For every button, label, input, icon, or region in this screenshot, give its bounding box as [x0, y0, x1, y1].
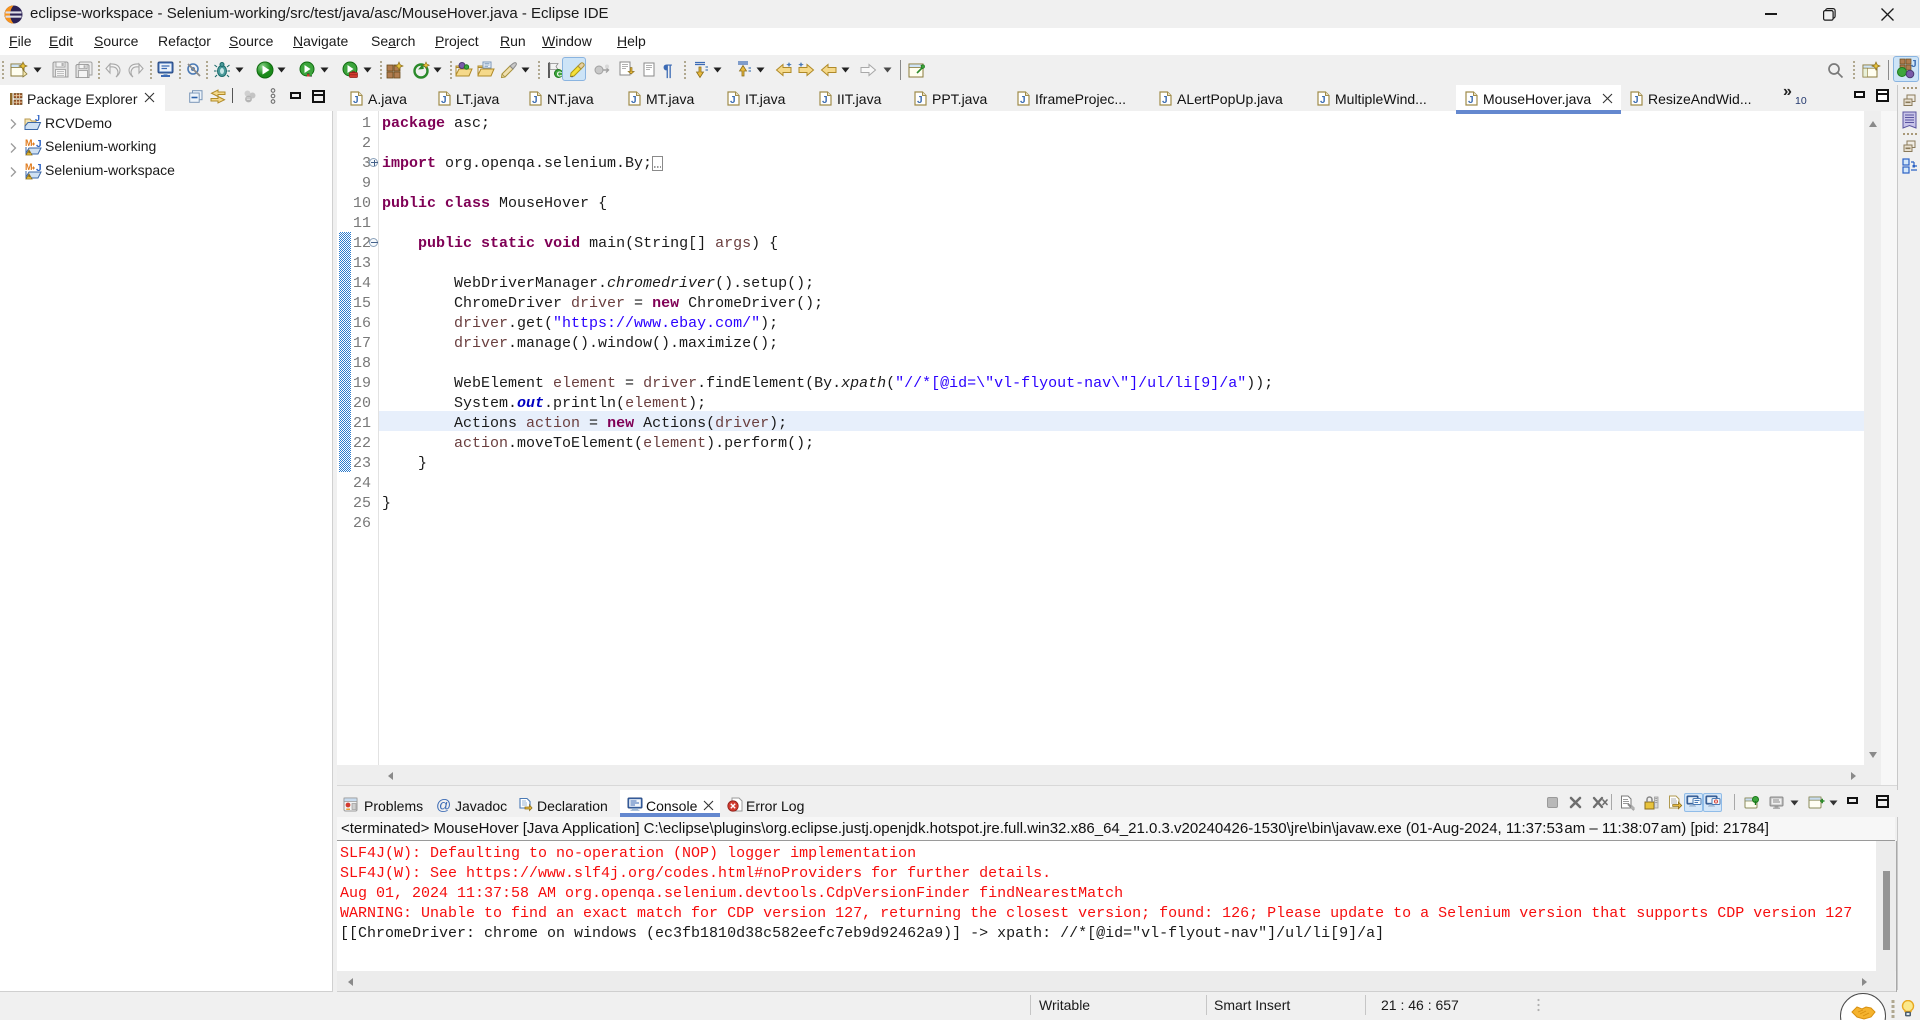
- svg-text:J: J: [353, 95, 359, 106]
- svg-text:J: J: [730, 95, 736, 106]
- svg-text:J: J: [1468, 95, 1474, 106]
- svg-text:J: J: [917, 95, 923, 106]
- svg-text:J: J: [1162, 95, 1168, 106]
- svg-text:J: J: [36, 139, 42, 150]
- svg-text:J: J: [1911, 59, 1917, 70]
- svg-text:J: J: [631, 95, 637, 106]
- svg-text:J: J: [1633, 95, 1639, 106]
- svg-text:J: J: [36, 163, 42, 174]
- svg-text:J: J: [822, 95, 828, 106]
- svg-text:J: J: [1020, 95, 1026, 106]
- svg-text:M: M: [25, 162, 33, 172]
- svg-text:J: J: [1320, 95, 1326, 106]
- svg-text:M: M: [25, 138, 33, 148]
- svg-text:J: J: [441, 95, 447, 106]
- svg-text:J: J: [532, 95, 538, 106]
- svg-text:J: J: [35, 115, 40, 123]
